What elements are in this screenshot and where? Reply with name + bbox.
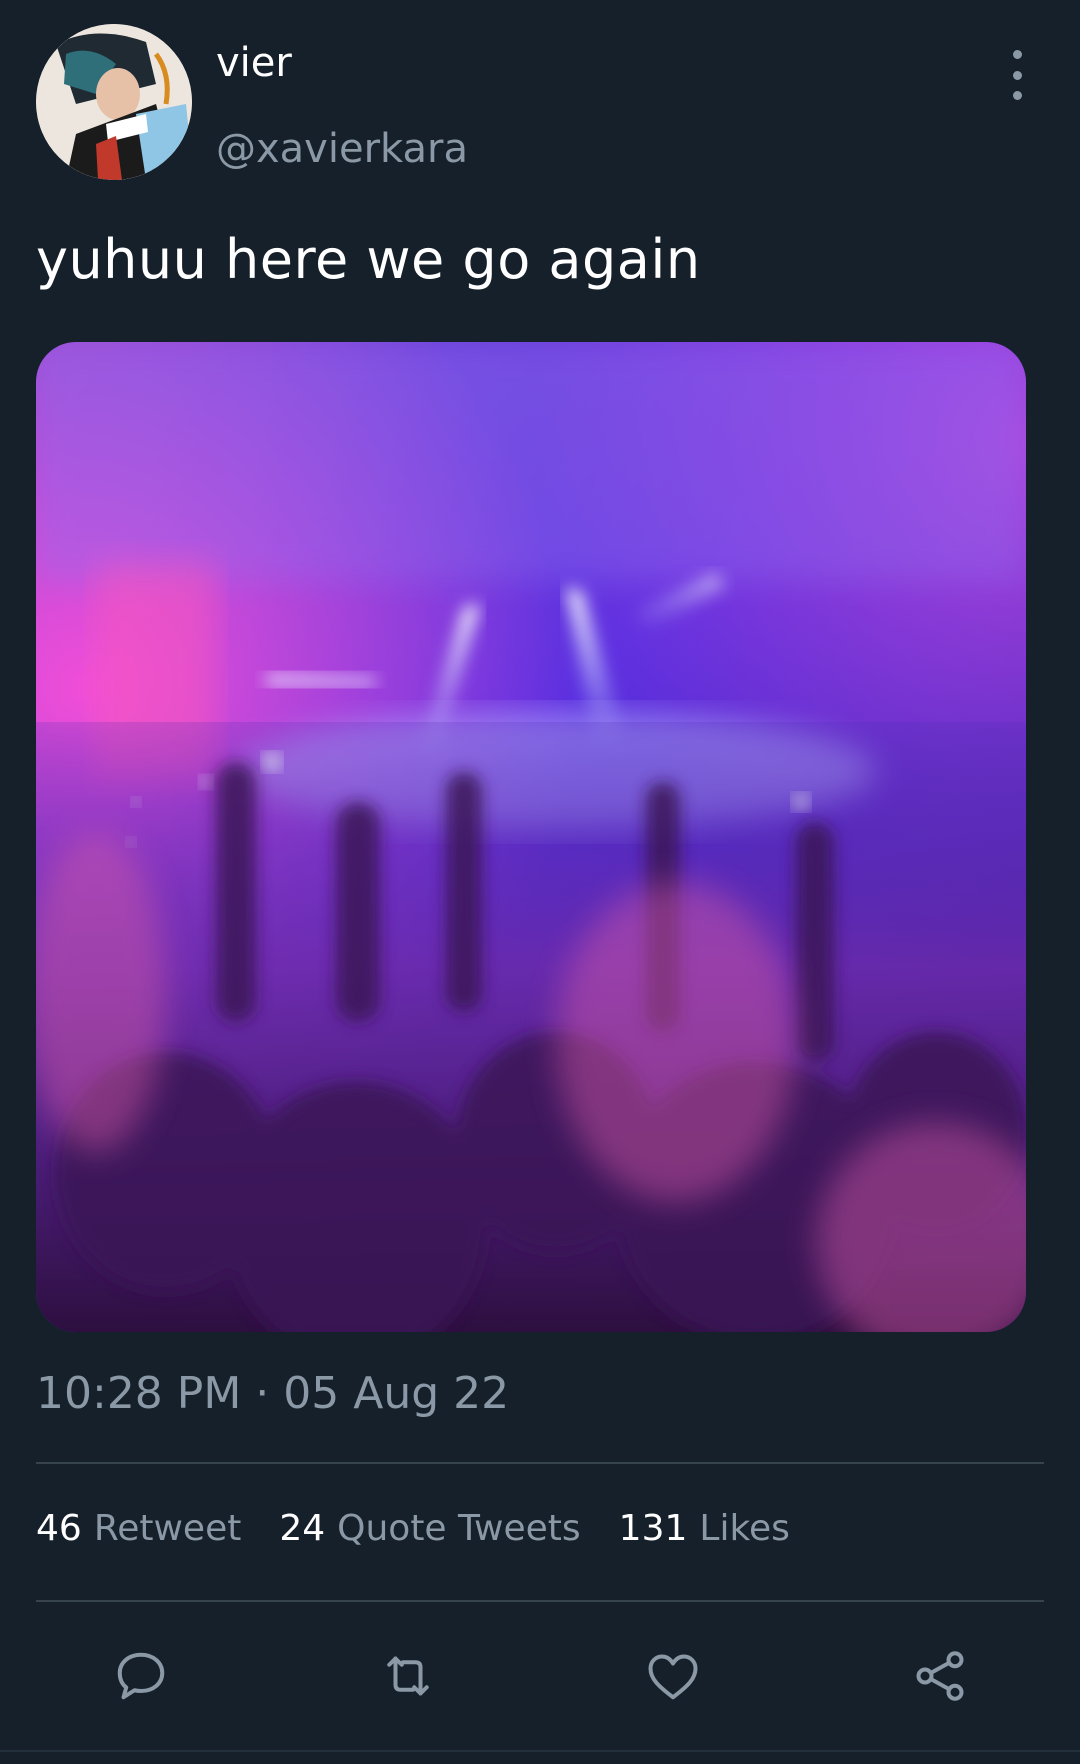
like-button[interactable] xyxy=(637,1640,709,1712)
retweet-button[interactable] xyxy=(372,1640,444,1712)
tweet-time: 10:28 PM xyxy=(36,1368,242,1419)
quote-count-label: Quote Tweets xyxy=(337,1508,581,1549)
tweet-stats: 46 Retweet 24 Quote Tweets 131 Likes xyxy=(36,1508,828,1549)
share-button[interactable] xyxy=(904,1640,976,1712)
retweet-count-value: 46 xyxy=(36,1508,82,1549)
more-dot xyxy=(1012,70,1022,80)
more-options-icon[interactable] xyxy=(1000,50,1034,100)
retweet-count-label: Retweet xyxy=(93,1508,242,1549)
more-dot xyxy=(1012,50,1022,59)
user-handle[interactable]: @xavierkara xyxy=(216,126,468,172)
tweet-date: 05 Aug 22 xyxy=(283,1368,510,1419)
tweet-header: vier @xavierkara xyxy=(0,0,1080,200)
tweet-actions xyxy=(0,1640,1080,1712)
display-name[interactable]: vier xyxy=(216,40,292,86)
reply-icon xyxy=(117,1652,165,1700)
retweet-icon xyxy=(387,1656,429,1696)
heart-icon xyxy=(648,1654,698,1700)
like-count[interactable]: 131 Likes xyxy=(619,1508,790,1549)
concert-photo xyxy=(36,342,1026,1332)
retweet-count[interactable]: 46 Retweet xyxy=(36,1508,241,1549)
more-dot xyxy=(1012,91,1022,100)
quote-count-value: 24 xyxy=(279,1508,326,1549)
tweet-timestamp: 10:28 PM · 05 Aug 22 xyxy=(36,1368,509,1419)
tweet-text: yuhuu here we go again xyxy=(36,228,701,291)
like-count-label: Likes xyxy=(699,1508,790,1549)
timestamp-separator: · xyxy=(255,1368,270,1419)
share-icon xyxy=(916,1651,964,1701)
quote-tweet-count[interactable]: 24 Quote Tweets xyxy=(279,1508,580,1549)
divider xyxy=(36,1600,1044,1602)
like-count-value: 131 xyxy=(618,1508,688,1549)
divider xyxy=(0,1750,1080,1752)
avatar[interactable] xyxy=(36,24,192,180)
reply-button[interactable] xyxy=(105,1640,177,1712)
avatar-image xyxy=(36,24,192,180)
tweet-photo[interactable] xyxy=(36,342,1026,1332)
divider xyxy=(36,1462,1044,1464)
